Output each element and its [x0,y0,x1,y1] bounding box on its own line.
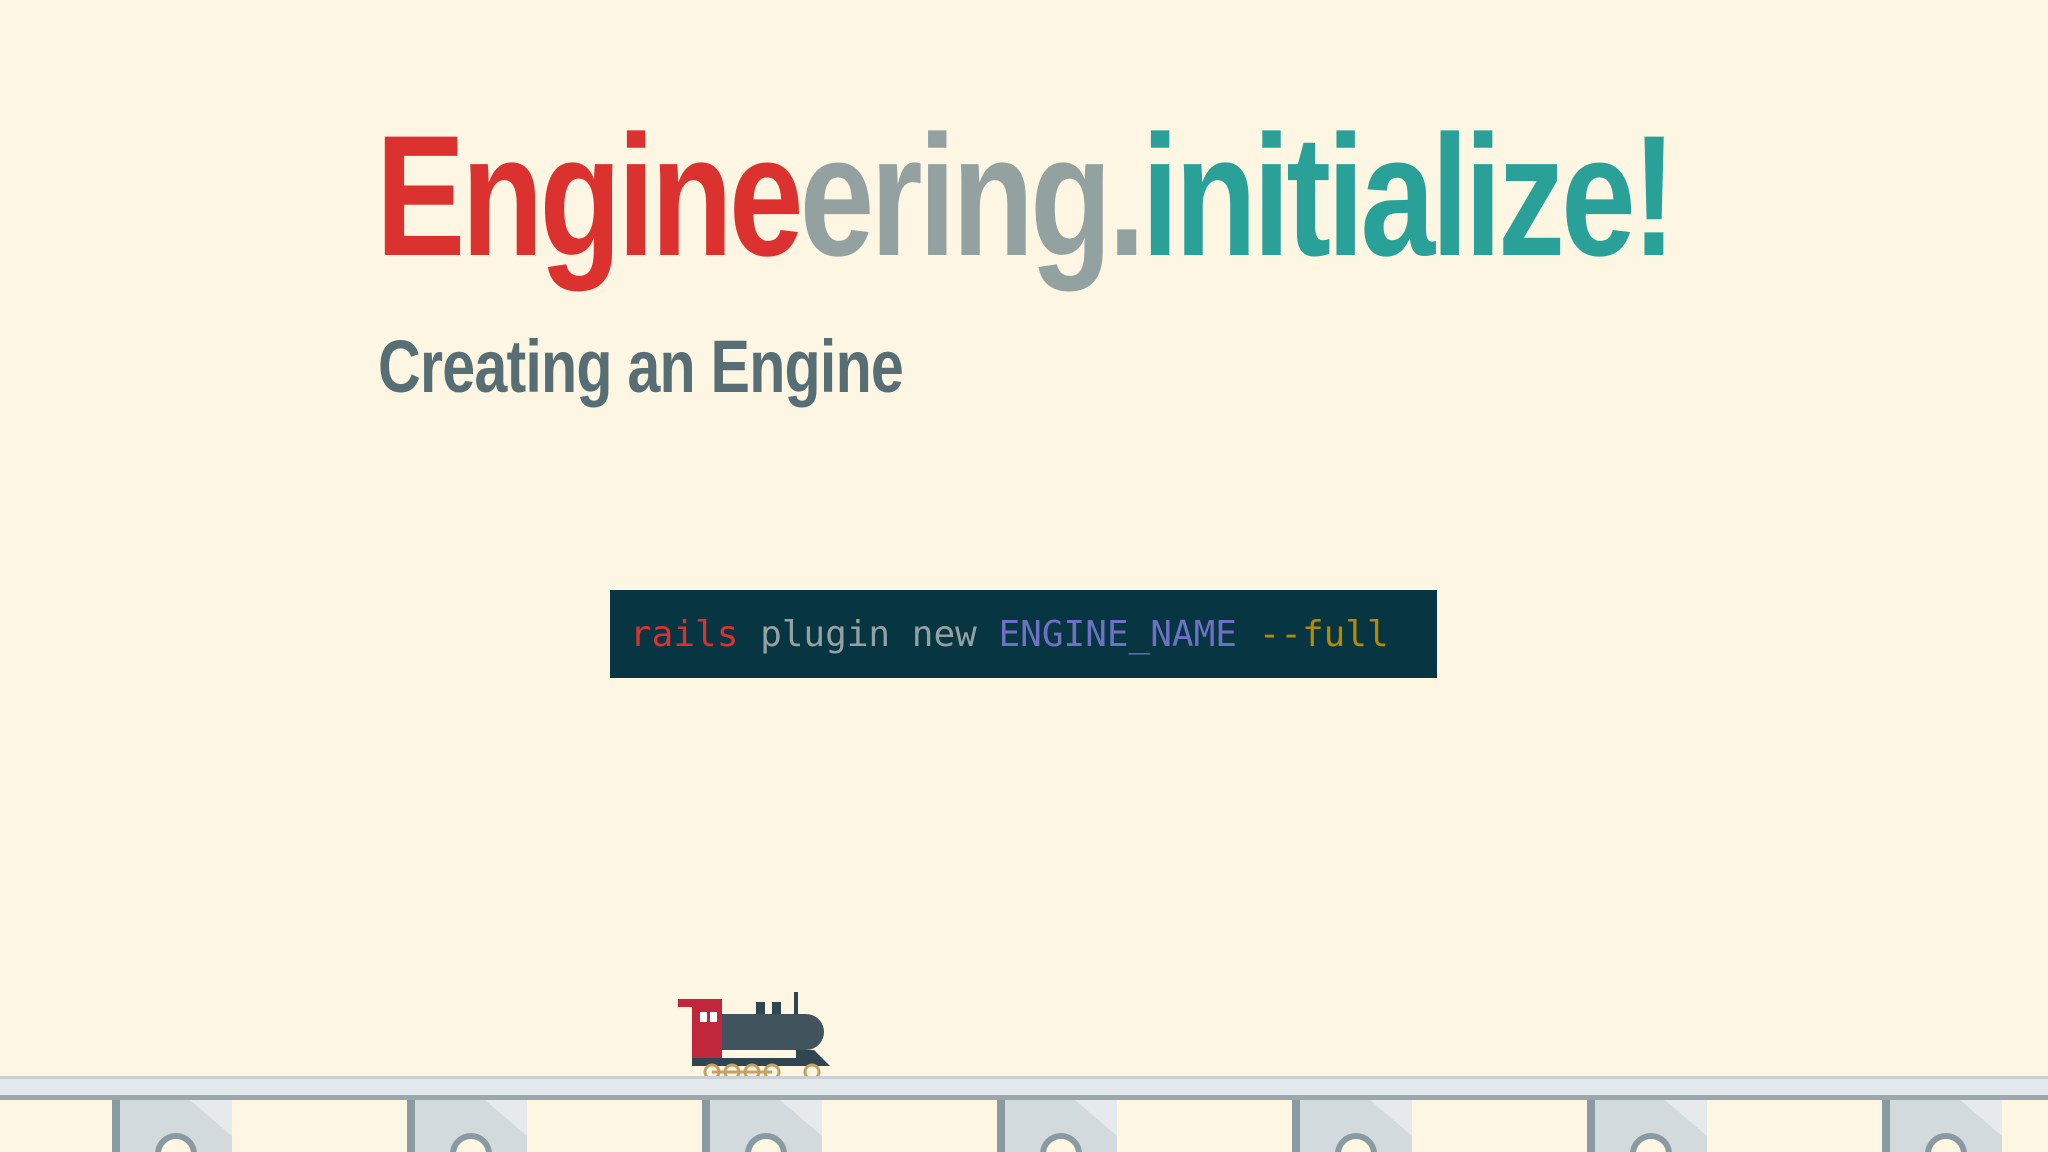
code-argument: ENGINE_NAME [998,613,1237,655]
slide-title: Engineering.initialize! [226,110,1823,282]
code-command: rails [630,613,739,655]
code-block: rails plugin new ENGINE_NAME --full [610,590,1437,678]
title-part-engine: Engine [375,100,804,292]
code-subcommand: plugin new [760,613,977,655]
title-part-ering: ering. [799,100,1146,292]
train-icon [678,992,830,1080]
title-part-initialize: initialize! [1141,100,1677,292]
railway-track [0,1076,2048,1152]
code-flag: --full [1258,613,1389,655]
slide-subtitle: Creating an Engine [378,325,904,408]
